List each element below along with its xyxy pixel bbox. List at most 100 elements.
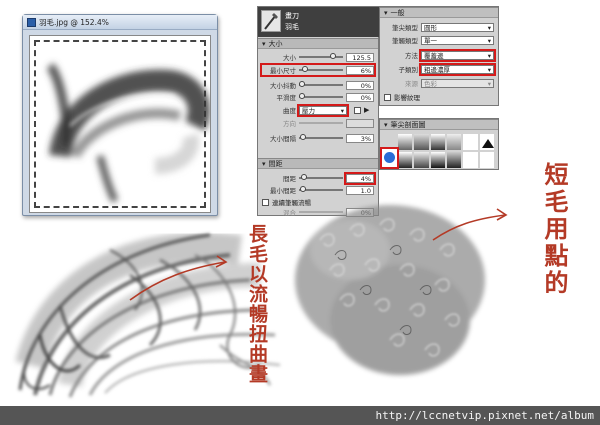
- stroke-type-label: 筆觸類型: [392, 37, 418, 45]
- document-icon: [27, 17, 36, 27]
- dab-profile-item[interactable]: [414, 134, 429, 150]
- brush-type-dropdown[interactable]: 圓形 ▾: [421, 22, 494, 32]
- watermark-url: http://lccnetvip.pixnet.net/album: [0, 406, 600, 425]
- size-slider[interactable]: [299, 53, 343, 59]
- brush-settings-panel: 畫刀 羽毛 ▾ 大小 大小 125.5 最小尺寸 6% 大小抖動 0% 平滑度 …: [257, 6, 380, 217]
- size-step-knob[interactable]: [300, 134, 307, 140]
- texture-label: 影響紋理: [394, 94, 420, 102]
- size-jitter-knob[interactable]: [299, 81, 305, 87]
- dab-profile-item[interactable]: [398, 152, 413, 168]
- min-size-value[interactable]: 6%: [346, 65, 374, 75]
- size-jitter-value[interactable]: 0%: [346, 80, 374, 90]
- chevron-down-icon: ▾: [487, 79, 491, 88]
- direction-label: 方向: [283, 120, 296, 128]
- dab-profile-item[interactable]: [430, 152, 445, 168]
- smoothing-row: 平滑度 0%: [262, 92, 374, 102]
- min-size-row: 最小尺寸 6%: [260, 63, 376, 77]
- dab-profile-item[interactable]: [463, 134, 478, 150]
- smoothing-knob[interactable]: [299, 93, 305, 99]
- stroke-type-value: 單一: [424, 36, 437, 45]
- size-jitter-label: 大小抖動: [270, 82, 296, 90]
- dab-profile-grid: [398, 134, 494, 168]
- dab-section-title: 筆尖剖面圖: [390, 120, 426, 129]
- collapse-arrow-icon[interactable]: ▾: [384, 121, 388, 129]
- size-step-value[interactable]: 3%: [346, 133, 374, 143]
- curve-row: 曲度 壓力 ▾ ▶: [262, 103, 374, 117]
- size-jitter-slider[interactable]: [299, 81, 343, 87]
- chevron-down-icon: ▾: [487, 36, 491, 45]
- size-slider-knob[interactable]: [329, 53, 336, 59]
- brush-header: 畫刀 羽毛: [258, 7, 380, 37]
- brush-category: 畫刀: [285, 12, 299, 20]
- arrow-to-short-hair: [432, 208, 508, 241]
- spacing-row: 間距 4%: [262, 171, 376, 185]
- submethod-value: 粗邊濃厚: [424, 65, 450, 74]
- size-label: 大小: [283, 54, 296, 62]
- collapse-arrow-icon[interactable]: ▾: [262, 160, 266, 168]
- curve-dropdown[interactable]: 壓力 ▾: [297, 103, 349, 117]
- spacing-label: 間距: [283, 175, 296, 183]
- direction-value[interactable]: [346, 118, 374, 128]
- smoothing-label: 平滑度: [276, 94, 297, 102]
- curve-label: 曲度: [283, 107, 296, 115]
- brush-type-row: 筆尖類型 圓形 ▾: [384, 22, 494, 32]
- dab-profile-item[interactable]: [479, 134, 494, 150]
- dab-profile-item[interactable]: [446, 152, 462, 168]
- spacing-slider[interactable]: [299, 174, 343, 180]
- document-canvas[interactable]: [29, 35, 211, 213]
- smoothing-slider[interactable]: [299, 93, 343, 99]
- chevron-down-icon: ▾: [487, 23, 491, 32]
- curve-dropdown-value: 壓力: [302, 106, 315, 115]
- spacing-value[interactable]: 4%: [344, 171, 376, 185]
- min-size-label: 最小尺寸: [270, 67, 296, 75]
- chevron-down-icon: ▾: [487, 65, 491, 74]
- dab-profile-item[interactable]: [398, 134, 413, 150]
- brush-variant-name[interactable]: 羽毛: [285, 22, 299, 32]
- image-document-window: 羽毛.jpg @ 152.4%: [22, 14, 218, 216]
- size-row: 大小 125.5: [262, 52, 374, 62]
- dab-section-header[interactable]: ▾ 筆尖剖面圖: [380, 119, 498, 130]
- method-dropdown[interactable]: 覆蓋邊 ▾: [419, 48, 496, 62]
- size-step-row: 大小間隔 3%: [262, 133, 374, 143]
- min-size-slider[interactable]: [299, 66, 343, 72]
- min-size-slider-knob[interactable]: [301, 66, 308, 72]
- method-value: 覆蓋邊: [424, 51, 444, 60]
- short-hair-annotation: 短毛用點的: [540, 162, 569, 297]
- dab-profile-item[interactable]: [479, 152, 494, 168]
- curve-toggle[interactable]: [354, 106, 361, 114]
- source-dropdown[interactable]: 色彩 ▾: [421, 78, 494, 88]
- dab-profile-panel: ▾ 筆尖剖面圖: [379, 118, 499, 170]
- play-icon[interactable]: ▶: [364, 106, 369, 114]
- collapse-arrow-icon[interactable]: ▾: [262, 40, 266, 48]
- continuous-checkbox[interactable]: [262, 198, 269, 206]
- size-value[interactable]: 125.5: [346, 52, 374, 62]
- dab-profile-item[interactable]: [446, 134, 462, 150]
- document-titlebar[interactable]: 羽毛.jpg @ 152.4%: [23, 15, 217, 30]
- document-title: 羽毛.jpg @ 152.4%: [39, 17, 109, 27]
- dab-profile-item[interactable]: [463, 152, 478, 168]
- size-step-label: 大小間隔: [270, 135, 296, 143]
- direction-slider[interactable]: [299, 122, 343, 124]
- size-section-header[interactable]: ▾ 大小: [258, 38, 378, 49]
- feather-stroke-image: [46, 62, 210, 203]
- texture-row: 影響紋理: [384, 92, 494, 102]
- collapse-arrow-icon[interactable]: ▾: [384, 9, 388, 17]
- arrow-to-long-hair: [129, 255, 228, 301]
- spacing-knob[interactable]: [300, 174, 307, 180]
- texture-checkbox[interactable]: [384, 93, 391, 101]
- general-section-header[interactable]: ▾ 一般: [380, 7, 498, 18]
- direction-row: 方向: [262, 118, 374, 128]
- size-step-slider[interactable]: [299, 134, 343, 140]
- stroke-type-dropdown[interactable]: 單一 ▾: [421, 35, 494, 45]
- submethod-row: 子類別 粗邊濃厚 ▾: [384, 62, 496, 76]
- chevron-down-icon: ▾: [340, 106, 344, 115]
- stroke-type-row: 筆觸類型 單一 ▾: [384, 35, 494, 45]
- general-settings-panel: ▾ 一般 筆尖類型 圓形 ▾ 筆觸類型 單一 ▾ 方法 覆蓋邊 ▾ 子類別 粗邊濃厚 ▾…: [379, 6, 499, 106]
- brush-tool-icon[interactable]: [261, 10, 281, 32]
- dab-profile-item[interactable]: [430, 134, 445, 150]
- smoothing-value[interactable]: 0%: [346, 92, 374, 102]
- dab-profile-item[interactable]: [414, 152, 429, 168]
- submethod-dropdown[interactable]: 粗邊濃厚 ▾: [419, 62, 496, 76]
- spacing-section-header[interactable]: ▾ 間距: [258, 158, 378, 169]
- selected-dab-profile[interactable]: [380, 147, 399, 169]
